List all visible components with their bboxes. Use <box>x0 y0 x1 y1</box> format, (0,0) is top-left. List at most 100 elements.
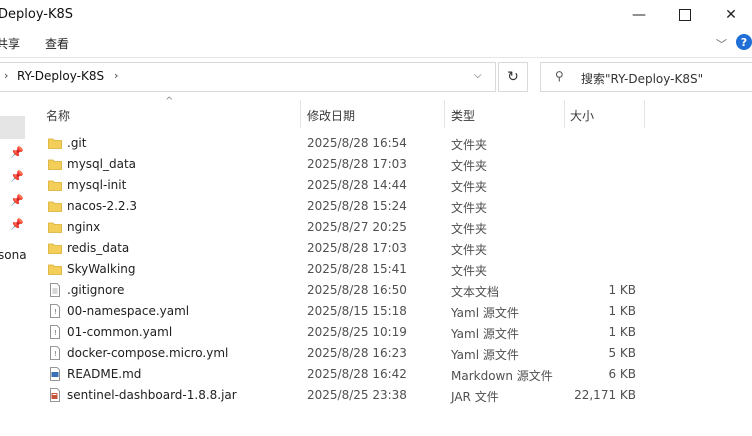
folder-icon <box>48 178 62 192</box>
column-divider[interactable] <box>564 100 565 128</box>
file-row[interactable]: .git 2025/8/28 16:54 文件夹 <box>44 133 644 154</box>
ribbon-divider <box>0 57 752 58</box>
folder-icon <box>48 220 62 234</box>
tab-view[interactable]: 查看 <box>45 35 69 52</box>
file-row[interactable]: redis_data 2025/8/28 17:03 文件夹 <box>44 238 644 259</box>
file-row[interactable]: README.md 2025/8/28 16:42 Markdown 源文件 6 KB <box>44 364 644 385</box>
address-history-dropdown-icon[interactable]: ⌵ <box>474 70 482 81</box>
file-type: 文件夹 <box>451 264 488 278</box>
file-row[interactable]: mysql_data 2025/8/28 17:03 文件夹 <box>44 154 644 175</box>
column-header-name-label: 名称 <box>46 108 71 123</box>
file-name: 01-common.yaml <box>67 325 173 339</box>
file-size: 5 KB <box>608 346 636 360</box>
address-bar[interactable]: › RY-Deploy-K8S › ⌵ <box>0 62 496 92</box>
jar-file-icon <box>48 388 62 402</box>
file-row[interactable]: nginx 2025/8/27 20:25 文件夹 <box>44 217 644 238</box>
file-row[interactable]: sentinel-dashboard-1.8.8.jar 2025/8/25 23… <box>44 385 644 406</box>
file-row[interactable]: mysql-init 2025/8/28 14:44 文件夹 <box>44 175 644 196</box>
file-modified-date: 2025/8/28 16:50 <box>307 283 407 297</box>
file-row[interactable]: SkyWalking 2025/8/28 15:41 文件夹 <box>44 259 644 280</box>
folder-icon <box>48 199 62 213</box>
folder-icon <box>48 262 62 276</box>
svg-text:!: ! <box>54 308 57 316</box>
column-header-date[interactable]: 修改日期 <box>307 103 355 127</box>
refresh-button[interactable]: ↻ <box>498 62 528 92</box>
close-icon: ✕ <box>725 7 737 23</box>
search-input[interactable]: ⚲ 搜索"RY-Deploy-K8S" <box>540 62 752 92</box>
column-header-type-label: 类型 <box>451 108 476 123</box>
search-icon: ⚲ <box>555 69 564 83</box>
file-modified-date: 2025/8/27 20:25 <box>307 220 407 234</box>
file-name: README.md <box>67 367 142 381</box>
file-modified-date: 2025/8/28 15:41 <box>307 262 407 276</box>
nav-item-selected[interactable] <box>0 116 25 139</box>
file-type: Yaml 源文件 <box>451 306 519 320</box>
file-modified-date: 2025/8/25 23:38 <box>307 388 407 402</box>
file-name: redis_data <box>67 241 130 255</box>
search-placeholder: 搜索"RY-Deploy-K8S" <box>581 72 704 86</box>
refresh-icon: ↻ <box>507 69 519 85</box>
file-type: Markdown 源文件 <box>451 369 553 383</box>
svg-text:!: ! <box>54 350 57 358</box>
file-size: 6 KB <box>608 367 636 381</box>
help-icon[interactable]: ? <box>736 34 752 50</box>
breadcrumb-chevron-icon[interactable]: › <box>4 69 8 82</box>
file-name: sentinel-dashboard-1.8.8.jar <box>67 388 237 402</box>
file-modified-date: 2025/8/28 16:42 <box>307 367 407 381</box>
minimize-button[interactable]: — <box>616 0 662 30</box>
nav-item-personal[interactable]: sona <box>0 248 27 262</box>
file-modified-date: 2025/8/28 14:44 <box>307 178 407 192</box>
column-divider[interactable] <box>444 100 445 128</box>
column-header-type[interactable]: 类型 <box>451 103 475 127</box>
file-size: 1 KB <box>608 283 636 297</box>
file-type: 文件夹 <box>451 201 488 215</box>
file-size: 1 KB <box>608 304 636 318</box>
file-modified-date: 2025/8/25 10:19 <box>307 325 407 339</box>
close-button[interactable]: ✕ <box>708 0 752 30</box>
minimize-icon: — <box>632 7 646 23</box>
window-title: Deploy-K8S <box>0 7 74 22</box>
file-name: .gitignore <box>67 283 125 297</box>
title-bar: Deploy-K8S — ✕ <box>0 0 752 30</box>
file-type: 文件夹 <box>451 222 488 236</box>
expand-ribbon-icon[interactable]: ﹀ <box>716 36 727 52</box>
tab-share[interactable]: 共享 <box>0 35 20 52</box>
pin-icon: 📌 <box>10 218 24 231</box>
sort-ascending-icon: ^ <box>165 96 174 107</box>
column-divider[interactable] <box>644 100 645 128</box>
folder-icon <box>48 136 62 150</box>
file-name: nacos-2.2.3 <box>67 199 138 213</box>
column-header-size[interactable]: 大小 <box>570 103 594 127</box>
column-header-date-label: 修改日期 <box>307 108 356 123</box>
file-modified-date: 2025/8/28 16:23 <box>307 346 407 360</box>
maximize-button[interactable] <box>662 0 708 30</box>
file-modified-date: 2025/8/28 16:54 <box>307 136 407 150</box>
maximize-icon <box>679 9 691 21</box>
file-type: 文件夹 <box>451 243 488 257</box>
pin-icon: 📌 <box>10 170 24 183</box>
ribbon: 共享 查看 <box>0 30 752 56</box>
yaml-file-icon: ! <box>48 346 62 360</box>
file-modified-date: 2025/8/15 15:18 <box>307 304 407 318</box>
breadcrumb-separator-icon[interactable]: › <box>114 69 118 82</box>
file-row[interactable]: ! 00-namespace.yaml 2025/8/15 15:18 Yaml 源文… <box>44 301 644 322</box>
folder-icon <box>48 241 62 255</box>
column-divider[interactable] <box>300 100 301 128</box>
text-file-icon <box>48 283 62 297</box>
breadcrumb-current[interactable]: RY-Deploy-K8S <box>17 69 104 83</box>
file-row[interactable]: ! 01-common.yaml 2025/8/25 10:19 Yaml 源文件 1 … <box>44 322 644 343</box>
file-type: 文本文档 <box>451 285 500 299</box>
file-type: JAR 文件 <box>451 390 499 404</box>
file-size: 22,171 KB <box>574 388 636 402</box>
file-row[interactable]: .gitignore 2025/8/28 16:50 文本文档 1 KB <box>44 280 644 301</box>
pin-icon: 📌 <box>10 194 24 207</box>
yaml-file-icon: ! <box>48 304 62 318</box>
file-row[interactable]: ! docker-compose.micro.yml 2025/8/28 16:23… <box>44 343 644 364</box>
column-header-size-label: 大小 <box>570 108 595 123</box>
file-size: 1 KB <box>608 325 636 339</box>
column-header-name[interactable]: 名称 <box>46 103 70 127</box>
file-type: Yaml 源文件 <box>451 348 519 362</box>
file-row[interactable]: nacos-2.2.3 2025/8/28 15:24 文件夹 <box>44 196 644 217</box>
file-name: mysql_data <box>67 157 137 171</box>
file-name: SkyWalking <box>67 262 136 276</box>
